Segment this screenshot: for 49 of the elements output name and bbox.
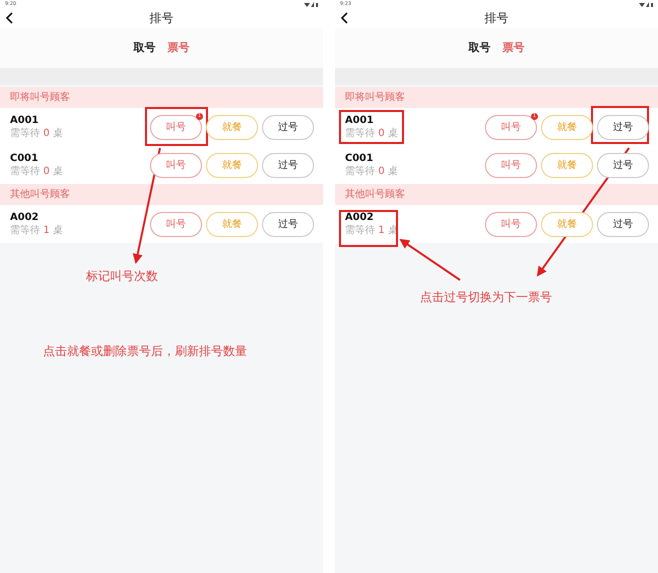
action-button[interactable]: 就餐 [206, 114, 258, 140]
tab[interactable]: 票号 [168, 40, 190, 56]
action-button[interactable]: 就餐 [541, 114, 593, 140]
back-icon[interactable] [5, 12, 13, 24]
action-button[interactable]: 就餐 [206, 212, 258, 236]
highlight-frame [145, 107, 208, 146]
annotation-text: 标记叫号次数 [86, 268, 158, 285]
back-icon[interactable] [340, 12, 348, 24]
section-header: 其他叫号顾客 [0, 184, 323, 205]
wait-text: 需等待 0 桌 [10, 126, 64, 140]
page-title: 排号 [484, 10, 508, 27]
page-title: 排号 [150, 10, 174, 27]
action-button[interactable]: 过号 [262, 114, 314, 140]
action-button[interactable]: 就餐 [541, 152, 593, 178]
action-button[interactable]: 过号 [597, 212, 649, 236]
wait-text: 需等待 0 桌 [10, 164, 64, 178]
section-header: 即将叫号顾客 [0, 87, 323, 108]
ticket-number: A001 [10, 114, 40, 126]
highlight-frame [339, 210, 398, 247]
ticket-number: A002 [10, 210, 40, 224]
tab[interactable]: 票号 [502, 40, 524, 56]
ticket-number: C001 [10, 152, 40, 164]
ticket-number: A002 [345, 210, 375, 224]
annotation-text: 点击就餐或删除票号后，刷新排号数量 [43, 343, 247, 360]
action-button[interactable]: 叫号 [485, 212, 537, 236]
ticket-number: A001 [345, 114, 375, 126]
action-button[interactable]: 过号 [262, 152, 314, 178]
action-button[interactable]: 过号 [262, 212, 314, 236]
section-header: 即将叫号顾客 [335, 87, 658, 108]
action-button[interactable]: 过号 [597, 114, 649, 140]
wait-text: 需等待 1 桌 [10, 224, 64, 238]
signal-icon [304, 2, 318, 6]
action-button[interactable]: 就餐 [206, 152, 258, 178]
wait-text: 需等待 0 桌 [345, 164, 399, 178]
signal-icon [639, 2, 653, 6]
arrow [399, 238, 461, 281]
action-button[interactable]: 过号 [597, 152, 649, 178]
wait-text: 需等待 0 桌 [345, 126, 399, 140]
action-button[interactable]: 就餐 [541, 212, 593, 236]
highlight-frame [339, 110, 404, 144]
tab[interactable]: 取号 [468, 40, 490, 56]
section-header: 其他叫号顾客 [335, 184, 658, 205]
action-button[interactable]: 叫号 [150, 152, 202, 178]
highlight-frame [591, 106, 649, 144]
tab[interactable]: 取号 [134, 40, 156, 56]
annotation-text: 点击过号切换为下一票号 [420, 289, 552, 306]
action-button[interactable]: 叫号 [150, 212, 202, 236]
ticket-number: C001 [345, 152, 374, 164]
action-button[interactable]: 叫号 [485, 152, 537, 178]
